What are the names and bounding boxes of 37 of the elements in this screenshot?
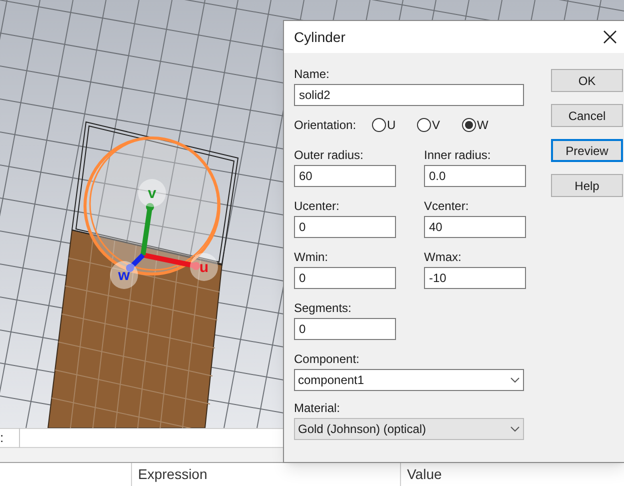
field-label: Inner radius:	[424, 148, 492, 162]
field-label: Wmin:	[294, 250, 329, 264]
field-label: Component:	[294, 352, 360, 366]
dialog-button[interactable]: Preview	[551, 139, 623, 162]
axis-label: u	[199, 259, 209, 276]
radio-label: U	[387, 117, 396, 134]
input-field[interactable]: 0	[294, 216, 396, 238]
field-label: Wmax:	[424, 250, 462, 264]
field-label: Vcenter:	[424, 199, 470, 213]
field-label: Name:	[294, 67, 330, 81]
input-field[interactable]: solid2	[294, 84, 524, 106]
input-field[interactable]: -10	[424, 267, 526, 289]
chevron-down-icon	[510, 377, 520, 383]
dialog-button[interactable]: Help	[551, 174, 623, 197]
radio-label: V	[432, 117, 440, 134]
dialog-button[interactable]: OK	[551, 69, 623, 92]
radio-button[interactable]	[417, 118, 431, 132]
radio-button[interactable]	[372, 118, 386, 132]
field-label: Ucenter:	[294, 199, 340, 213]
dialog-button[interactable]: Cancel	[551, 104, 623, 127]
dialog-title: Cylinder	[294, 28, 346, 47]
axis-label: w	[118, 267, 130, 284]
radio-button[interactable]	[462, 118, 476, 132]
axis-label: v	[148, 185, 156, 202]
input-field[interactable]: 40	[424, 216, 526, 238]
field-label: Outer radius:	[294, 148, 364, 162]
input-field[interactable]: 0.0	[424, 165, 526, 187]
input-field[interactable]: 0	[294, 318, 396, 340]
radio-label: W	[477, 117, 488, 134]
input-field[interactable]: 0	[294, 267, 396, 289]
chevron-down-icon	[510, 426, 520, 432]
input-field[interactable]: 60	[294, 165, 396, 187]
dropdown[interactable]: component1	[294, 369, 524, 391]
field-label: Segments:	[294, 301, 352, 315]
close-icon[interactable]	[603, 30, 617, 44]
field-label: Material:	[294, 401, 342, 415]
field-label: Orientation:	[294, 117, 358, 134]
